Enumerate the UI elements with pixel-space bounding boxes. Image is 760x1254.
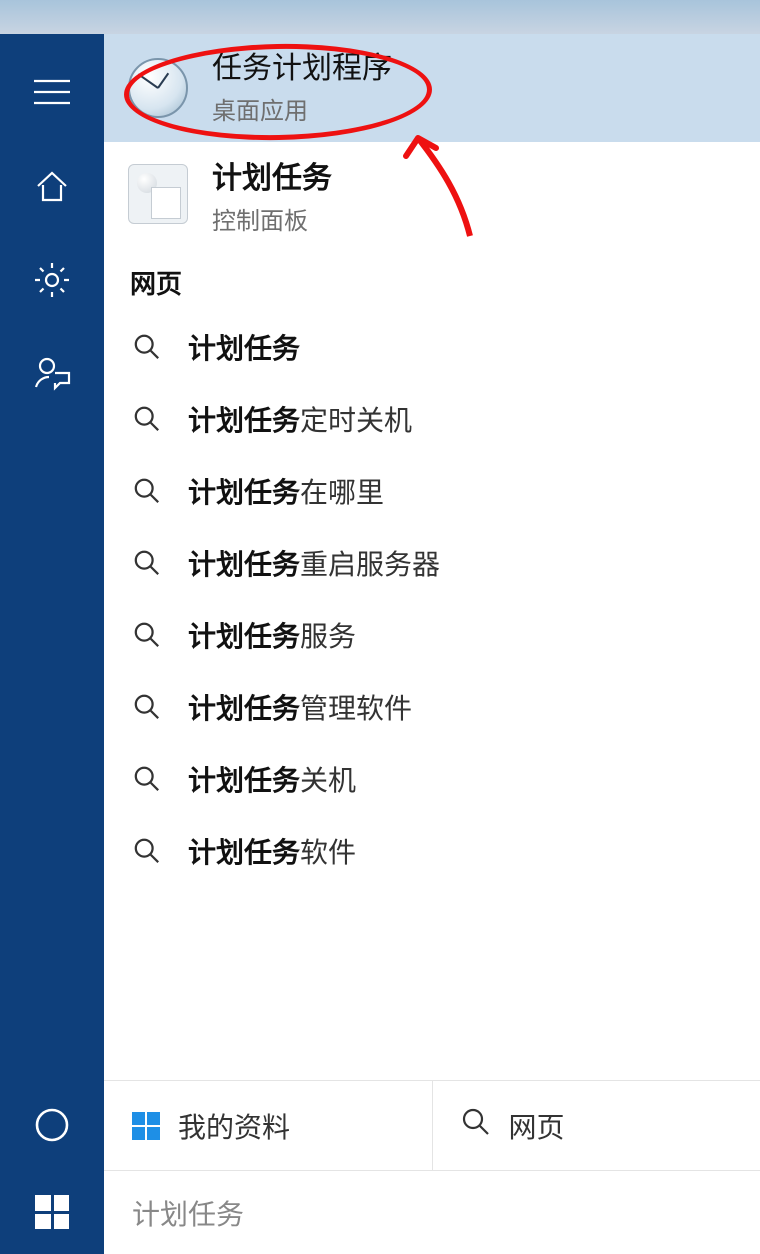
second-result-title: 计划任务 (212, 153, 332, 197)
suggestion-bold: 计划任务 (188, 759, 300, 799)
best-match-result[interactable]: 任务计划程序 桌面应用 (104, 34, 760, 142)
gear-icon[interactable] (20, 248, 84, 312)
web-suggestion[interactable]: 计划任务 关机 (104, 743, 760, 815)
web-suggestions-list: 计划任务计划任务 定时关机计划任务在哪里计划任务重启服务器计划任务服务计划任务管… (104, 311, 760, 887)
hamburger-icon[interactable] (20, 60, 84, 124)
suggestion-bold: 计划任务 (188, 831, 300, 871)
task-scheduler-icon (126, 56, 190, 120)
search-icon (461, 1107, 491, 1144)
suggestion-bold: 计划任务 (188, 399, 300, 439)
web-suggestion[interactable]: 计划任务管理软件 (104, 671, 760, 743)
control-panel-result[interactable]: 计划任务 控制面板 (104, 142, 760, 246)
best-match-subtitle: 桌面应用 (212, 91, 392, 126)
windows-logo-icon (132, 1112, 160, 1140)
search-results-panel: 任务计划程序 桌面应用 计划任务 控制面板 网页 计划任务计划任务 定时关机计划… (104, 34, 760, 1170)
web-suggestion[interactable]: 计划任务服务 (104, 599, 760, 671)
suggestion-bold: 计划任务 (188, 327, 300, 367)
search-icon (130, 834, 164, 868)
suggestion-bold: 计划任务 (188, 471, 300, 511)
desktop-background-strip (0, 0, 760, 34)
web-suggestion[interactable]: 计划任务在哪里 (104, 455, 760, 527)
web-suggestion[interactable]: 计划任务软件 (104, 815, 760, 887)
suggestion-rest: 管理软件 (300, 687, 412, 727)
web-suggestion[interactable]: 计划任务 定时关机 (104, 383, 760, 455)
filter-web[interactable]: 网页 (432, 1081, 760, 1170)
search-icon (130, 402, 164, 436)
search-icon (130, 330, 164, 364)
suggestion-bold: 计划任务 (188, 543, 300, 583)
search-icon (130, 690, 164, 724)
cortana-icon[interactable] (0, 1080, 104, 1170)
search-icon (130, 474, 164, 508)
search-rail (0, 34, 104, 1254)
web-suggestion[interactable]: 计划任务 (104, 311, 760, 383)
search-icon (130, 762, 164, 796)
feedback-icon[interactable] (20, 342, 84, 406)
filter-my-stuff-label: 我的资料 (178, 1106, 290, 1146)
web-suggestion[interactable]: 计划任务重启服务器 (104, 527, 760, 599)
suggestion-bold: 计划任务 (188, 615, 300, 655)
search-input[interactable] (132, 1197, 732, 1229)
scheduled-tasks-cpl-icon (126, 162, 190, 226)
search-icon (130, 618, 164, 652)
suggestion-rest: 服务 (300, 615, 356, 655)
second-result-subtitle: 控制面板 (212, 201, 332, 236)
suggestion-rest: 关机 (300, 759, 356, 799)
suggestion-rest: 软件 (300, 831, 356, 871)
home-icon[interactable] (20, 154, 84, 218)
start-button[interactable] (0, 1170, 104, 1254)
best-match-title: 任务计划程序 (212, 50, 392, 88)
suggestion-rest: 定时关机 (300, 399, 412, 439)
web-section-header: 网页 (104, 246, 760, 311)
filter-my-stuff[interactable]: 我的资料 (104, 1081, 432, 1170)
search-box-row (104, 1170, 760, 1254)
filter-web-label: 网页 (509, 1106, 565, 1146)
suggestion-rest: 重启服务器 (300, 543, 440, 583)
suggestion-bold: 计划任务 (188, 687, 300, 727)
search-icon (130, 546, 164, 580)
windows-logo-icon (35, 1195, 69, 1229)
suggestion-rest: 在哪里 (300, 471, 384, 511)
search-filter-bar: 我的资料 网页 (104, 1080, 760, 1170)
